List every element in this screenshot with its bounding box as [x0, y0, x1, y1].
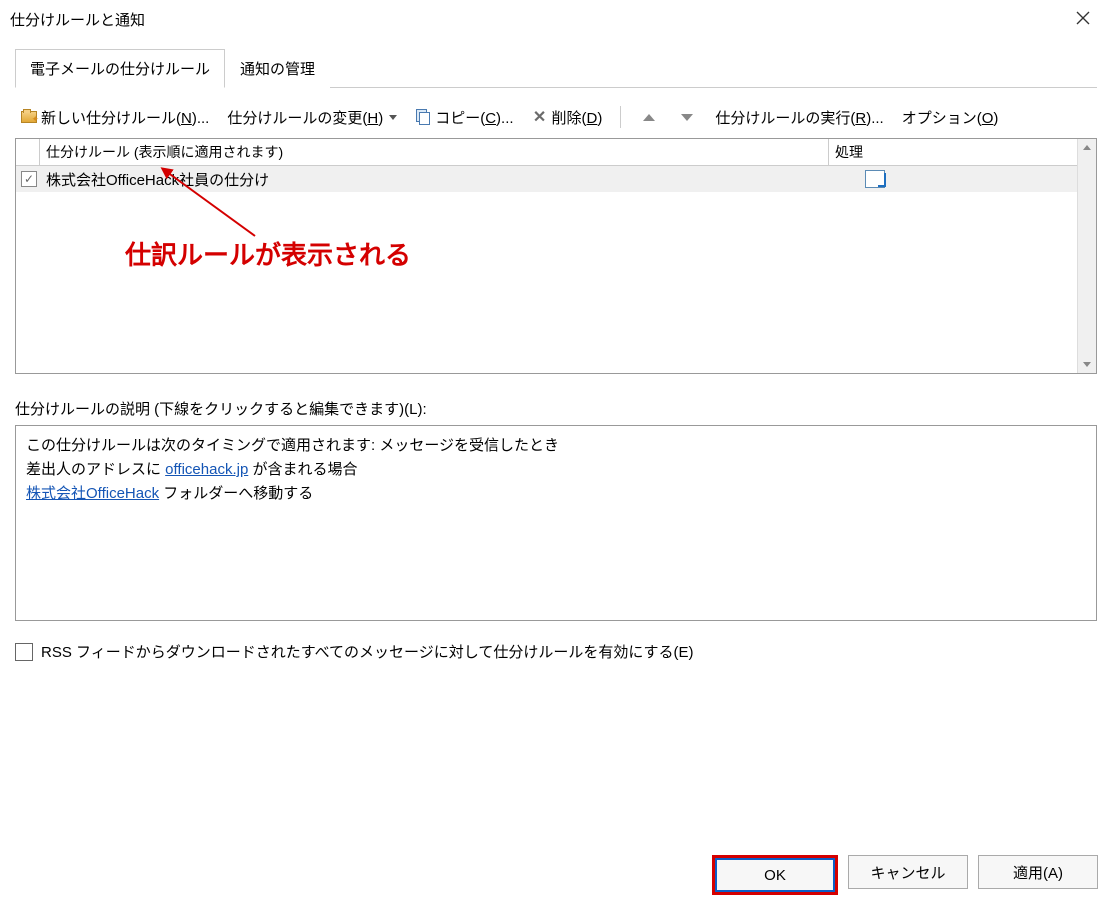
close-button[interactable] [1064, 4, 1102, 34]
desc-link-address[interactable]: officehack.jp [165, 461, 248, 478]
header-checkbox-col [16, 139, 40, 165]
rule-list-header: 仕分けルール (表示順に適用されます) 処理 [16, 139, 1077, 166]
desc-line-1: この仕分けルールは次のタイミングで適用されます: メッセージを受信したとき [26, 434, 1086, 458]
apply-button[interactable]: 適用(A) [978, 855, 1098, 889]
change-rule-button[interactable]: 仕分けルールの変更(H) [227, 107, 397, 128]
dialog-footer: OK キャンセル 適用(A) [712, 855, 1098, 895]
rss-checkbox-row: RSS フィードからダウンロードされたすべてのメッセージに対して仕分けルールを有… [15, 641, 1097, 662]
description-label: 仕分けルールの説明 (下線をクリックすると編集できます)(L): [15, 398, 1097, 419]
rule-list-wrapper: 仕分けルール (表示順に適用されます) 処理 ✓ 株式会社OfficeHack社… [15, 138, 1097, 374]
checkbox-checked-icon: ✓ [21, 171, 37, 187]
move-up-button[interactable] [639, 114, 659, 121]
copy-icon [415, 109, 431, 125]
scroll-up-button[interactable] [1079, 139, 1096, 156]
ok-button[interactable]: OK [715, 858, 835, 892]
options-button[interactable]: オプション(O) [902, 107, 999, 128]
tab-manage-alerts[interactable]: 通知の管理 [225, 49, 330, 88]
description-box: この仕分けルールは次のタイミングで適用されます: メッセージを受信したとき 差出… [15, 425, 1097, 621]
annotation-text: 仕訳ルールが表示される [125, 235, 411, 272]
move-to-folder-icon [865, 170, 885, 188]
desc-line-3: 株式会社OfficeHack フォルダーへ移動する [26, 482, 1086, 506]
delete-button[interactable]: ✕ 削除(D) [532, 107, 603, 128]
scroll-up-icon [1083, 145, 1091, 150]
arrow-down-icon [681, 114, 693, 121]
window-title: 仕分けルールと通知 [10, 9, 145, 30]
rule-checkbox-cell[interactable]: ✓ [16, 171, 42, 187]
scroll-down-icon [1083, 362, 1091, 367]
new-rule-button[interactable]: ✦ 新しい仕分けルール(N)... [21, 107, 209, 128]
arrow-up-icon [643, 114, 655, 121]
copy-button[interactable]: コピー(C)... [415, 107, 513, 128]
desc-link-folder[interactable]: 株式会社OfficeHack [26, 485, 159, 502]
separator [620, 106, 621, 128]
tab-email-rules[interactable]: 電子メールの仕分けルール [15, 49, 225, 88]
dropdown-caret-icon [389, 115, 397, 120]
header-rule-col[interactable]: 仕分けルール (表示順に適用されます) [40, 139, 829, 165]
tab-body: ✦ 新しい仕分けルール(N)... 仕分けルールの変更(H) コピー(C)...… [15, 88, 1097, 662]
delete-icon: ✕ [532, 109, 548, 125]
dialog-content: 電子メールの仕分けルール 通知の管理 ✦ 新しい仕分けルール(N)... 仕分け… [0, 38, 1112, 672]
desc-line-2: 差出人のアドレスに officehack.jp が含まれる場合 [26, 458, 1086, 482]
annotation-arrow-icon [145, 166, 275, 246]
rss-checkbox-label: RSS フィードからダウンロードされたすべてのメッセージに対して仕分けルールを有… [41, 641, 693, 662]
rule-action-cell [829, 170, 1077, 188]
close-icon [1076, 9, 1090, 30]
ok-highlight: OK [712, 855, 838, 895]
title-bar: 仕分けルールと通知 [0, 0, 1112, 38]
scroll-down-button[interactable] [1079, 356, 1096, 373]
folder-new-icon: ✦ [21, 109, 37, 125]
move-down-button[interactable] [677, 114, 697, 121]
toolbar: ✦ 新しい仕分けルール(N)... 仕分けルールの変更(H) コピー(C)...… [15, 106, 1097, 138]
header-action-col[interactable]: 処理 [829, 139, 1077, 165]
vertical-scrollbar[interactable] [1077, 139, 1096, 373]
rss-checkbox[interactable] [15, 643, 33, 661]
tab-strip: 電子メールの仕分けルール 通知の管理 [15, 48, 1097, 88]
cancel-button[interactable]: キャンセル [848, 855, 968, 889]
run-rules-button[interactable]: 仕分けルールの実行(R)... [715, 107, 883, 128]
